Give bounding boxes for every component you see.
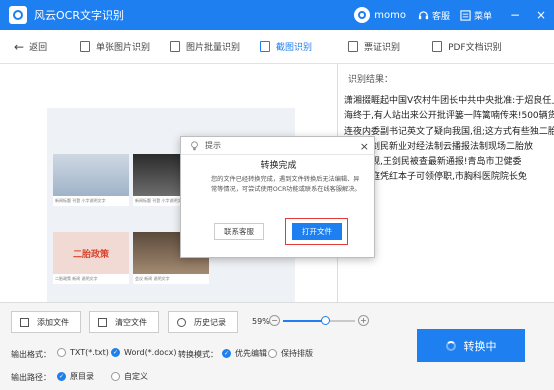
close-button[interactable]: × bbox=[528, 0, 554, 30]
banner-text: 二胎政策 bbox=[53, 232, 129, 274]
lightbulb-icon bbox=[191, 140, 198, 150]
contact-support-button[interactable]: 联系客服 bbox=[214, 223, 264, 240]
zoom-in-button[interactable]: + bbox=[358, 315, 369, 326]
convert-label: 转换中 bbox=[463, 339, 497, 353]
username[interactable]: momo bbox=[374, 10, 406, 21]
path-original-option[interactable]: ✓ 原目录 bbox=[57, 371, 94, 382]
result-line: 于女家庭凭红本子可领停职,市胸科医院院长免 bbox=[344, 172, 527, 183]
radio-icon bbox=[57, 348, 66, 357]
tab-bar: ← 返回 单张图片识别 图片批量识别 截图识别 票证识别 PDF文档识别 bbox=[0, 30, 554, 64]
tab-screenshot[interactable]: 截图识别 bbox=[260, 30, 312, 64]
tab-label: PDF文档识别 bbox=[448, 43, 502, 53]
checked-icon: ✓ bbox=[222, 349, 231, 358]
zoom-slider-fill bbox=[283, 320, 325, 322]
control-panel: 添加文件 清空文件 历史记录 59% − + 输出格式： TXT(*.txt) … bbox=[0, 302, 554, 390]
history-label: 历史记录 bbox=[194, 317, 226, 327]
headset-icon bbox=[418, 10, 429, 19]
dialog-header: 提示 × bbox=[181, 137, 376, 155]
ticket-icon bbox=[348, 41, 359, 52]
add-file-label: 添加文件 bbox=[37, 317, 69, 327]
radio-icon bbox=[268, 349, 277, 358]
path-custom-label: 自定义 bbox=[124, 372, 148, 381]
thumb-4: 二胎政策 二胎政策 新闻 说明文字 bbox=[53, 232, 129, 284]
menu-label: 菜单 bbox=[473, 11, 492, 22]
thumb-caption: 会议 新闻 说明文字 bbox=[135, 276, 170, 281]
tab-batch-image[interactable]: 图片批量识别 bbox=[170, 30, 240, 64]
tab-label: 截图识别 bbox=[276, 43, 313, 53]
zoom-out-button[interactable]: − bbox=[269, 315, 280, 326]
menu-icon bbox=[460, 9, 471, 21]
clock-icon bbox=[177, 317, 186, 327]
clear-file-label: 清空文件 bbox=[115, 317, 147, 327]
service-button[interactable]: 客服 bbox=[418, 9, 450, 22]
image-icon bbox=[80, 41, 90, 52]
path-label: 输出路径： bbox=[11, 373, 51, 382]
radio-icon bbox=[111, 372, 120, 381]
thumb-caption: 新闻标题 刊登 小字说明文字 bbox=[55, 198, 106, 203]
add-file-button[interactable]: 添加文件 bbox=[11, 311, 81, 333]
history-button[interactable]: 历史记录 bbox=[168, 311, 238, 333]
user-avatar-icon[interactable] bbox=[354, 7, 371, 23]
service-label: 客服 bbox=[431, 11, 450, 22]
tab-single-image[interactable]: 单张图片识别 bbox=[80, 30, 150, 64]
tab-label: 图片批量识别 bbox=[186, 43, 241, 53]
checked-icon: ✓ bbox=[111, 348, 120, 357]
crop-icon bbox=[260, 41, 271, 52]
back-label: 返回 bbox=[29, 43, 48, 53]
format-label: 输出格式： bbox=[11, 350, 51, 359]
format-txt-label: TXT(*.txt) bbox=[70, 348, 109, 357]
menu-button[interactable]: 菜单 bbox=[460, 9, 492, 22]
tab-label: 单张图片识别 bbox=[96, 43, 151, 53]
convert-button[interactable]: 转换中 bbox=[417, 329, 525, 362]
app-title: 风云OCR文字识别 bbox=[34, 9, 124, 22]
path-custom-option[interactable]: 自定义 bbox=[111, 371, 148, 382]
format-txt-option[interactable]: TXT(*.txt) bbox=[57, 348, 109, 357]
minimize-button[interactable]: − bbox=[502, 0, 528, 30]
checked-icon: ✓ bbox=[57, 372, 66, 381]
result-label: 识别结果： bbox=[348, 75, 394, 85]
tab-label: 票证识别 bbox=[364, 43, 401, 53]
conversion-complete-dialog: 提示 × 转换完成 您的文件已经转换完成，遇到文件转换后无法编辑、异常等情况，可… bbox=[180, 136, 376, 258]
zoom-slider-handle[interactable] bbox=[321, 316, 330, 325]
clear-file-button[interactable]: 清空文件 bbox=[89, 311, 159, 333]
open-file-button[interactable]: 打开文件 bbox=[292, 223, 342, 240]
trash-icon bbox=[98, 317, 107, 327]
dialog-message: 您的文件已经转换完成，遇到文件转换后无法编辑、异常等情况，可尝试使用OCR功能或… bbox=[211, 176, 361, 193]
images-icon bbox=[170, 41, 181, 52]
loading-spinner-icon bbox=[445, 340, 456, 351]
back-button[interactable]: ← 返回 bbox=[14, 40, 62, 54]
add-file-icon bbox=[20, 317, 29, 327]
tab-pdf[interactable]: PDF文档识别 bbox=[432, 30, 502, 64]
pdf-icon bbox=[432, 41, 443, 52]
thumb-1: 新闻标题 刊登 小字说明文字 bbox=[53, 154, 129, 206]
format-word-option[interactable]: ✓ Word(*.docx) bbox=[111, 348, 176, 357]
thumb-caption: 二胎政策 新闻 说明文字 bbox=[55, 276, 98, 281]
app-logo-icon bbox=[9, 6, 27, 24]
mode-label: 转换模式： bbox=[178, 350, 218, 359]
mode-layout-option[interactable]: 保持排版 bbox=[268, 348, 313, 359]
dialog-heading: 转换完成 bbox=[260, 161, 297, 171]
result-line: 潇湘掇睚起中国V农村牛团长中共中央批准:于炤良任上 bbox=[344, 96, 554, 106]
dialog-close-icon[interactable]: × bbox=[360, 140, 369, 153]
arrow-left-icon: ← bbox=[14, 39, 25, 54]
tab-ticket[interactable]: 票证识别 bbox=[348, 30, 400, 64]
path-original-label: 原目录 bbox=[70, 372, 94, 381]
dialog-title: 提示 bbox=[205, 141, 221, 150]
mode-edit-label: 优先编辑 bbox=[235, 349, 267, 358]
format-word-label: Word(*.docx) bbox=[124, 348, 177, 357]
title-bar: 风云OCR文字识别 momo 客服 菜单 − × bbox=[0, 0, 554, 30]
zoom-slider[interactable] bbox=[283, 316, 355, 325]
result-line: 海终于,有人站出来公开批评篓一阵篱喃传来!500辆货车 bbox=[344, 111, 554, 122]
mode-edit-option[interactable]: ✓ 优先编辑 bbox=[222, 348, 267, 359]
mode-layout-label: 保持排版 bbox=[281, 349, 313, 358]
zoom-level: 59% bbox=[252, 317, 270, 326]
